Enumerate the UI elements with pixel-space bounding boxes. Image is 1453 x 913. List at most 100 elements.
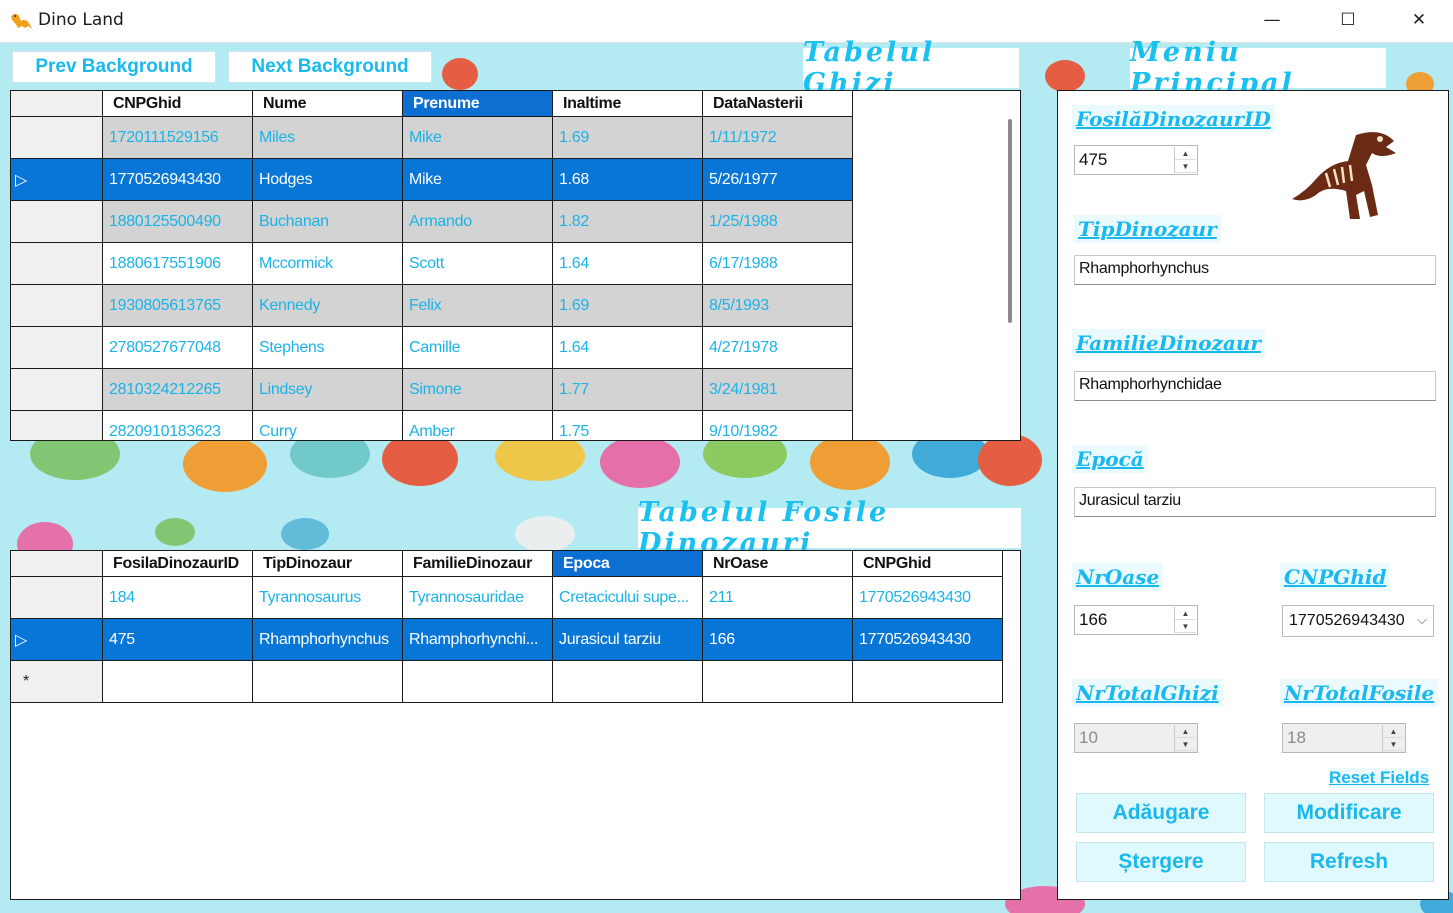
guides-scrollbar-thumb[interactable]	[1008, 119, 1012, 323]
guides-row-header[interactable]	[11, 369, 103, 411]
guides-table-cell[interactable]: Armando	[403, 201, 553, 243]
guides-table-cell[interactable]: 1.64	[553, 327, 703, 369]
fossils-column-header[interactable]: TipDinozaur	[253, 551, 403, 577]
guides-table-cell[interactable]: 3/24/1981	[703, 369, 853, 411]
guides-column-header[interactable]: DataNasterii	[703, 91, 853, 117]
guides-table-row[interactable]: 1880617551906 Mccormick Scott 1.64 6/17/1988	[11, 243, 1020, 285]
guides-column-header[interactable]: Nume	[253, 91, 403, 117]
fossils-column-header[interactable]: NrOase	[703, 551, 853, 577]
fossils-table-cell[interactable]: Jurasicul tarziu	[553, 619, 703, 661]
tip-dinozaur-field[interactable]: Rhamphorhynchus	[1074, 255, 1436, 285]
guides-table-cell[interactable]: 2810324212265	[103, 369, 253, 411]
fossils-data-grid[interactable]: FosilaDinozaurID TipDinozaur FamilieDinoza…	[10, 550, 1021, 900]
fossils-table-cell[interactable]	[853, 661, 1003, 703]
guides-table-cell[interactable]: Buchanan	[253, 201, 403, 243]
guides-table-cell[interactable]: Camille	[403, 327, 553, 369]
fossils-column-header[interactable]: FosilaDinozaurID	[103, 551, 253, 577]
guides-table-cell[interactable]: Miles	[253, 117, 403, 159]
guides-row-header[interactable]: ▷	[11, 159, 103, 201]
guides-table-cell[interactable]: Scott	[403, 243, 553, 285]
guides-table-cell[interactable]: Curry	[253, 411, 403, 440]
close-button[interactable]: ✕	[1384, 0, 1453, 40]
prev-background-button[interactable]: Prev Background	[12, 51, 216, 83]
minimize-button[interactable]: —	[1237, 0, 1307, 40]
guides-column-header[interactable]: CNPGhid	[103, 91, 253, 117]
guides-table-cell[interactable]: Felix	[403, 285, 553, 327]
reset-fields-link[interactable]: Reset Fields	[1329, 768, 1430, 788]
fossils-table-cell[interactable]: 184	[103, 577, 253, 619]
guides-table-cell[interactable]: Amber	[403, 411, 553, 440]
fossils-table-cell[interactable]: 1770526943430	[853, 577, 1003, 619]
guides-table-cell[interactable]: 1880125500490	[103, 201, 253, 243]
guides-table-cell[interactable]: Simone	[403, 369, 553, 411]
fossils-table-cell[interactable]	[553, 661, 703, 703]
fossils-table-cell[interactable]: 211	[703, 577, 853, 619]
fossils-table-cell[interactable]: 166	[703, 619, 853, 661]
guides-table-cell[interactable]: 9/10/1982	[703, 411, 853, 440]
fossils-table-cell[interactable]: Rhamphorhynchus	[253, 619, 403, 661]
guides-data-grid[interactable]: CNPGhid Nume Prenume Inaltime DataNasterii 17…	[10, 90, 1021, 441]
guides-table-row[interactable]: 2810324212265 Lindsey Simone 1.77 3/24/1981	[11, 369, 1020, 411]
spin-down-icon[interactable]: ▼	[1175, 620, 1196, 633]
fossils-table-row[interactable]: 184 Tyrannosaurus Tyrannosauridae Cretacicu…	[11, 577, 1020, 619]
guides-table-cell[interactable]: Hodges	[253, 159, 403, 201]
fossils-new-row[interactable]: *	[11, 661, 1020, 703]
guides-row-header[interactable]	[11, 243, 103, 285]
fossils-column-header[interactable]: Epoca	[553, 551, 703, 577]
fosila-id-stepper[interactable]: 475 ▲ ▼	[1074, 145, 1198, 175]
maximize-button[interactable]: ☐	[1313, 0, 1383, 40]
guides-table-cell[interactable]: 1.77	[553, 369, 703, 411]
add-button[interactable]: Adăugare	[1076, 793, 1246, 833]
fossils-table-cell[interactable]: Tyrannosauridae	[403, 577, 553, 619]
spin-down-icon[interactable]: ▼	[1175, 160, 1196, 173]
cnp-ghid-dropdown[interactable]: 1770526943430 ⌵	[1282, 605, 1434, 637]
guides-table-cell[interactable]: 4/27/1978	[703, 327, 853, 369]
guides-table-cell[interactable]: 2820910183623	[103, 411, 253, 440]
fosila-id-spin-buttons[interactable]: ▲ ▼	[1174, 147, 1196, 173]
guides-table-cell[interactable]: 1.64	[553, 243, 703, 285]
guides-table-cell[interactable]: Mike	[403, 117, 553, 159]
familie-dinozaur-field[interactable]: Rhamphorhynchidae	[1074, 371, 1436, 401]
fossils-row-header[interactable]	[11, 577, 103, 619]
guides-column-header[interactable]: Inaltime	[553, 91, 703, 117]
guides-table-cell[interactable]: 8/5/1993	[703, 285, 853, 327]
modify-button[interactable]: Modificare	[1264, 793, 1434, 833]
guides-table-row[interactable]: 1880125500490 Buchanan Armando 1.82 1/25/198…	[11, 201, 1020, 243]
fossils-column-header[interactable]: CNPGhid	[853, 551, 1003, 577]
guides-table-cell[interactable]: 1.69	[553, 117, 703, 159]
fossils-table-cell[interactable]: Rhamphorhynchi...	[403, 619, 553, 661]
guides-table-cell[interactable]: 1930805613765	[103, 285, 253, 327]
fossils-column-header[interactable]: FamilieDinozaur	[403, 551, 553, 577]
guides-row-header[interactable]	[11, 285, 103, 327]
guides-table-row[interactable]: ▷ 1770526943430 Hodges Mike 1.68 5/26/1977	[11, 159, 1020, 201]
guides-row-header[interactable]	[11, 117, 103, 159]
fossils-table-cell[interactable]	[103, 661, 253, 703]
guides-table-cell[interactable]: 2780527677048	[103, 327, 253, 369]
fossils-row-header[interactable]: ▷	[11, 619, 103, 661]
guides-table-cell[interactable]: 1/25/1988	[703, 201, 853, 243]
fossils-table-cell[interactable]: 475	[103, 619, 253, 661]
guides-table-cell[interactable]: Stephens	[253, 327, 403, 369]
nroase-spin-buttons[interactable]: ▲ ▼	[1174, 607, 1196, 633]
fossils-corner-header[interactable]	[11, 551, 103, 577]
guides-table-cell[interactable]: 1.69	[553, 285, 703, 327]
fossils-table-cell[interactable]: Cretacicului supe...	[553, 577, 703, 619]
guides-table-cell[interactable]: 1720111529156	[103, 117, 253, 159]
guides-table-cell[interactable]: Lindsey	[253, 369, 403, 411]
guides-table-row[interactable]: 1930805613765 Kennedy Felix 1.69 8/5/1993	[11, 285, 1020, 327]
fossils-table-cell[interactable]: Tyrannosaurus	[253, 577, 403, 619]
guides-table-row[interactable]: 2780527677048 Stephens Camille 1.64 4/27/197…	[11, 327, 1020, 369]
nroase-stepper[interactable]: 166 ▲ ▼	[1074, 605, 1198, 635]
guides-table-cell[interactable]: Mccormick	[253, 243, 403, 285]
guides-table-cell[interactable]: 1.82	[553, 201, 703, 243]
guides-table-row[interactable]: 2820910183623 Curry Amber 1.75 9/10/1982	[11, 411, 1020, 440]
delete-button[interactable]: Ștergere	[1076, 842, 1246, 882]
guides-row-header[interactable]	[11, 201, 103, 243]
guides-table-cell[interactable]: 6/17/1988	[703, 243, 853, 285]
spin-up-icon[interactable]: ▲	[1175, 607, 1196, 620]
guides-table-cell[interactable]: 1880617551906	[103, 243, 253, 285]
guides-table-cell[interactable]: 5/26/1977	[703, 159, 853, 201]
guides-table-cell[interactable]: 1.68	[553, 159, 703, 201]
fossils-table-cell[interactable]	[253, 661, 403, 703]
fossils-table-cell[interactable]	[703, 661, 853, 703]
